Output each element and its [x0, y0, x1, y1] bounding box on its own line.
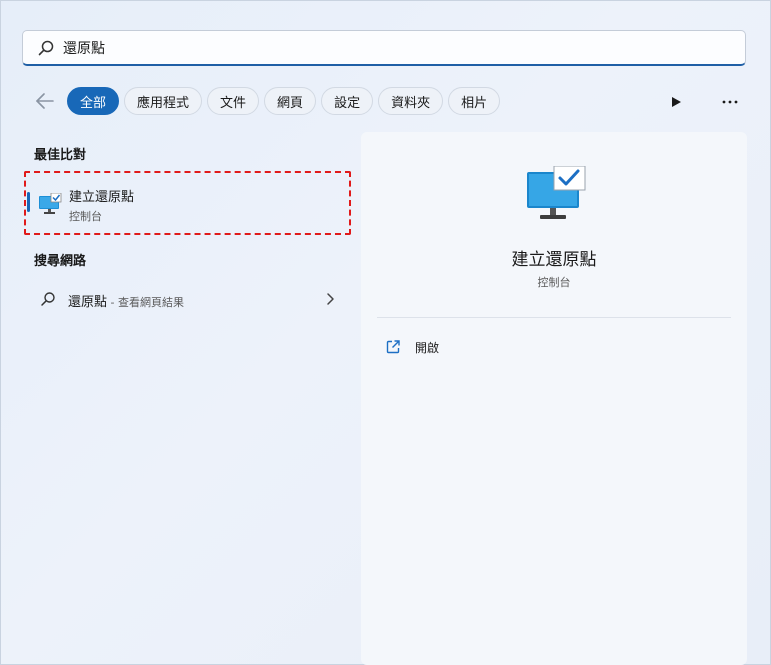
chevron-right-icon — [327, 293, 334, 305]
search-icon — [38, 40, 54, 55]
tab-photos[interactable]: 相片 — [448, 87, 501, 115]
web-search-query: 還原點 — [68, 295, 108, 310]
web-search-suffix: - 查看網頁結果 — [107, 296, 184, 309]
monitor-check-icon — [39, 193, 62, 214]
search-box[interactable]: 還原點 — [22, 30, 746, 66]
open-action-label: 開啟 — [415, 340, 440, 355]
search-input[interactable]: 還原點 — [63, 38, 105, 58]
open-external-icon — [386, 340, 400, 354]
tab-folders[interactable]: 資料夾 — [378, 87, 444, 115]
tab-apps[interactable]: 應用程式 — [124, 87, 203, 115]
web-search-label: 還原點 - 查看網頁結果 — [68, 291, 184, 310]
monitor-check-icon — [527, 166, 586, 219]
web-search-item[interactable]: 還原點 - 查看網頁結果 — [24, 284, 351, 314]
open-action[interactable]: 開啟 — [385, 336, 439, 358]
selection-accent — [27, 192, 30, 212]
tab-documents[interactable]: 文件 — [207, 87, 260, 115]
tab-all[interactable]: 全部 — [67, 87, 120, 115]
arrow-left-icon — [36, 93, 54, 109]
best-match-heading: 最佳比對 — [34, 148, 87, 163]
best-match-subtitle: 控制台 — [69, 210, 102, 223]
play-icon — [672, 97, 681, 107]
more-horizontal-icon — [722, 100, 738, 104]
tab-settings[interactable]: 設定 — [321, 87, 374, 115]
more-options-button[interactable] — [716, 90, 744, 114]
web-search-heading: 搜尋網路 — [34, 254, 87, 269]
back-button[interactable] — [30, 86, 60, 116]
tab-web[interactable]: 網頁 — [264, 87, 317, 115]
divider — [377, 317, 731, 318]
search-icon — [41, 292, 55, 306]
preview-title: 建立還原點 — [511, 250, 597, 270]
best-match-title: 建立還原點 — [69, 190, 135, 205]
preview-panel: 建立還原點 控制台 開啟 — [361, 132, 747, 665]
play-button[interactable] — [664, 90, 688, 114]
preview-subtitle: 控制台 — [537, 276, 571, 289]
best-match-item[interactable]: 建立還原點 控制台 — [24, 171, 351, 235]
filter-bar: 全部 應用程式 文件 網頁 設定 資料夾 相片 — [30, 86, 505, 116]
